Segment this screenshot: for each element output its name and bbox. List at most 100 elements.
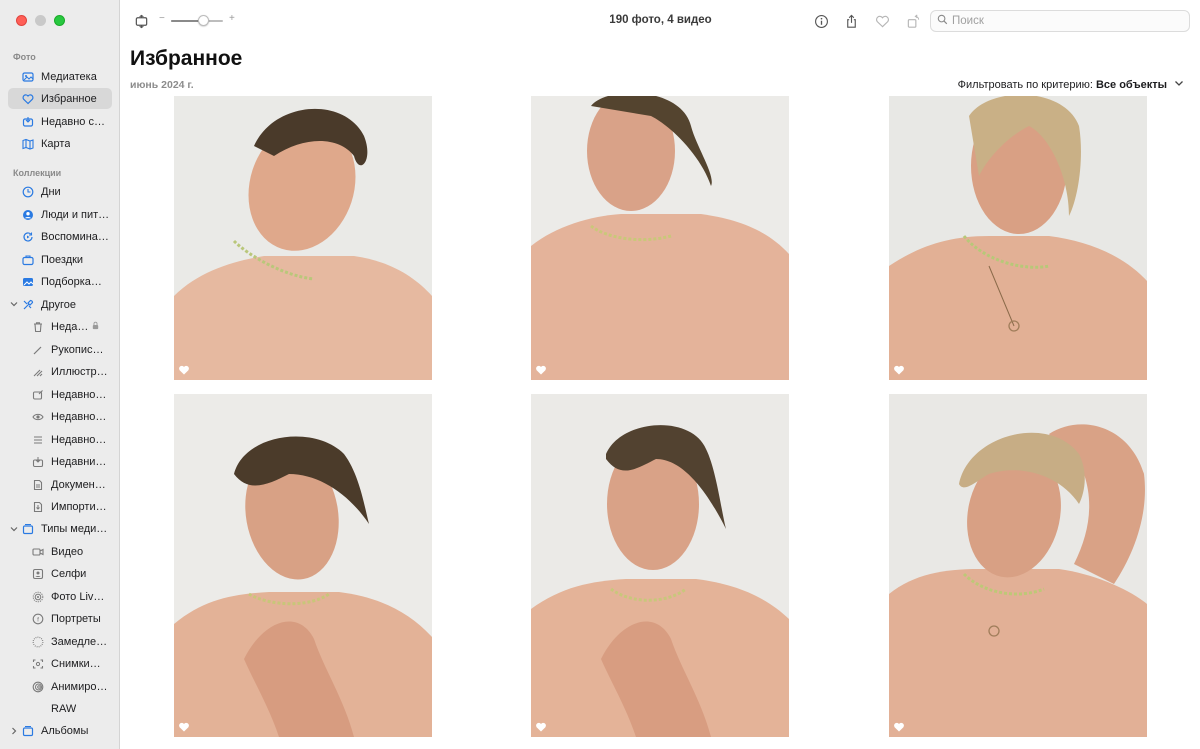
tools-icon — [21, 298, 35, 312]
imports-icon — [31, 500, 45, 514]
video-icon — [31, 545, 45, 559]
search-field[interactable] — [930, 10, 1190, 32]
sidebar-item-featured[interactable]: Подборка… — [8, 271, 112, 292]
photo-thumbnail[interactable] — [531, 96, 789, 380]
sidebar-item-favorites[interactable]: Избранное — [8, 88, 112, 109]
live-photo-icon — [31, 590, 45, 604]
recent-icon — [21, 115, 35, 129]
sidebar-item-recently-deleted[interactable]: Неда… — [28, 316, 112, 337]
sidebar-group-media-types[interactable]: Типы меди… — [8, 518, 112, 539]
section-label-photos: Фото — [13, 52, 36, 62]
raw-icon — [31, 702, 45, 716]
photo-thumbnail[interactable] — [889, 96, 1147, 380]
minimize-window-button[interactable] — [35, 15, 46, 26]
photo-thumbnail[interactable] — [174, 96, 432, 380]
library-icon — [21, 70, 35, 84]
sidebar-item-label: Импорти… — [51, 500, 107, 513]
slomo-icon — [31, 635, 45, 649]
chevron-down-icon — [1174, 78, 1184, 91]
sidebar-item-imports[interactable]: Импорти… — [28, 496, 112, 517]
sidebar-item-illustrations[interactable]: Иллюстр… — [28, 361, 112, 382]
close-window-button[interactable] — [16, 15, 27, 26]
photo-thumbnail[interactable] — [889, 394, 1147, 737]
sidebar-item-label: Воспомина… — [41, 230, 109, 243]
memories-icon — [21, 230, 35, 244]
trips-icon — [21, 253, 35, 267]
sidebar-item-label: Снимки… — [51, 657, 101, 670]
sidebar-item-label: Альбомы — [41, 724, 89, 737]
favorite-icon[interactable] — [872, 11, 892, 31]
sidebar-item-label: Недавно… — [51, 433, 107, 446]
handwriting-icon — [31, 343, 45, 357]
sidebar-item-handwriting[interactable]: Рукопис… — [28, 339, 112, 360]
sidebar-item-label: Медиатека — [41, 70, 97, 83]
sidebar-item-label: Недавно с… — [41, 115, 105, 128]
sidebar-item-recently-viewed[interactable]: Недавно… — [28, 406, 112, 427]
portrait-photo-image — [531, 394, 789, 737]
portrait-photo-image — [531, 96, 789, 380]
sidebar-item-map[interactable]: Карта — [8, 133, 112, 154]
zoom-in-label[interactable]: + — [229, 13, 235, 24]
zoom-knob[interactable] — [197, 15, 209, 26]
recently-shared-icon — [31, 433, 45, 447]
rotate-icon[interactable] — [903, 11, 923, 31]
sidebar-item-label: Замедле… — [51, 635, 108, 648]
slideshow-icon[interactable] — [131, 11, 151, 31]
sidebar-item-people[interactable]: Люди и пит… — [8, 204, 112, 225]
sidebar-item-days[interactable]: Дни — [8, 181, 112, 202]
zoom-out-label[interactable]: − — [159, 13, 165, 24]
filter-menu[interactable]: Фильтровать по критерию: Все объекты — [958, 78, 1184, 91]
documents-icon — [31, 478, 45, 492]
days-icon — [21, 185, 35, 199]
sidebar-item-library[interactable]: Медиатека — [8, 66, 112, 87]
animated-icon — [31, 680, 45, 694]
sidebar-item-recently-shared[interactable]: Недавно… — [28, 429, 112, 450]
sidebar-item-recently-saved[interactable]: Недавно с… — [8, 111, 112, 132]
sidebar-item-videos[interactable]: Видео — [28, 541, 112, 562]
sidebar-item-animated[interactable]: Анимиро… — [28, 676, 112, 697]
map-icon — [21, 137, 35, 151]
favorite-heart-icon — [179, 722, 189, 732]
favorite-heart-icon — [894, 365, 904, 375]
share-icon[interactable] — [841, 11, 861, 31]
zoom-window-button[interactable] — [54, 15, 65, 26]
sidebar-item-label: Недавни… — [51, 455, 107, 468]
portrait-photo-image — [174, 394, 432, 737]
info-icon[interactable] — [811, 11, 831, 31]
sidebar-item-recently-saved-other[interactable]: Недавни… — [28, 451, 112, 472]
sidebar-item-label: Типы меди… — [41, 522, 108, 535]
sidebar-item-label: Поездки — [41, 253, 84, 266]
people-icon — [21, 208, 35, 222]
sidebar-group-other[interactable]: Другое — [8, 294, 112, 315]
sidebar-item-label: Избранное — [41, 92, 97, 105]
sidebar-item-label: RAW — [51, 702, 77, 715]
sidebar-item-label: Селфи — [51, 567, 87, 580]
sidebar-item-label: Люди и пит… — [41, 208, 110, 221]
section-label-collections: Коллекции — [13, 168, 62, 178]
sidebar-item-raw[interactable]: RAW — [28, 698, 112, 719]
search-icon — [937, 12, 948, 30]
photo-thumbnail[interactable] — [531, 394, 789, 737]
sidebar-item-label: Фото Liv… — [51, 590, 105, 603]
sidebar-item-slomo[interactable]: Замедле… — [28, 631, 112, 652]
portrait-photo-image — [174, 96, 432, 380]
sidebar-item-live-photos[interactable]: Фото Liv… — [28, 586, 112, 607]
featured-icon — [21, 275, 35, 289]
sidebar-item-screenshots[interactable]: Снимки… — [28, 653, 112, 674]
sidebar-item-label: Дни — [41, 185, 61, 198]
albums-icon — [21, 724, 35, 738]
photo-thumbnail[interactable] — [174, 394, 432, 737]
sidebar-item-selfies[interactable]: Селфи — [28, 563, 112, 584]
sidebar-item-recently-edited[interactable]: Недавно… — [28, 384, 112, 405]
heart-icon — [21, 92, 35, 106]
sidebar-item-documents[interactable]: Докумен… — [28, 474, 112, 495]
portrait-photo-image — [889, 96, 1147, 380]
sidebar-item-label: Подборка… — [41, 275, 102, 288]
sidebar-item-portraits[interactable]: f Портреты — [28, 608, 112, 629]
sidebar-item-trips[interactable]: Поездки — [8, 249, 112, 270]
window-controls — [16, 15, 65, 26]
search-input[interactable] — [952, 15, 1172, 27]
zoom-slider[interactable]: − + — [159, 13, 239, 28]
sidebar-group-albums[interactable]: Альбомы — [8, 720, 112, 741]
sidebar-item-memories[interactable]: Воспомина… — [8, 226, 112, 247]
